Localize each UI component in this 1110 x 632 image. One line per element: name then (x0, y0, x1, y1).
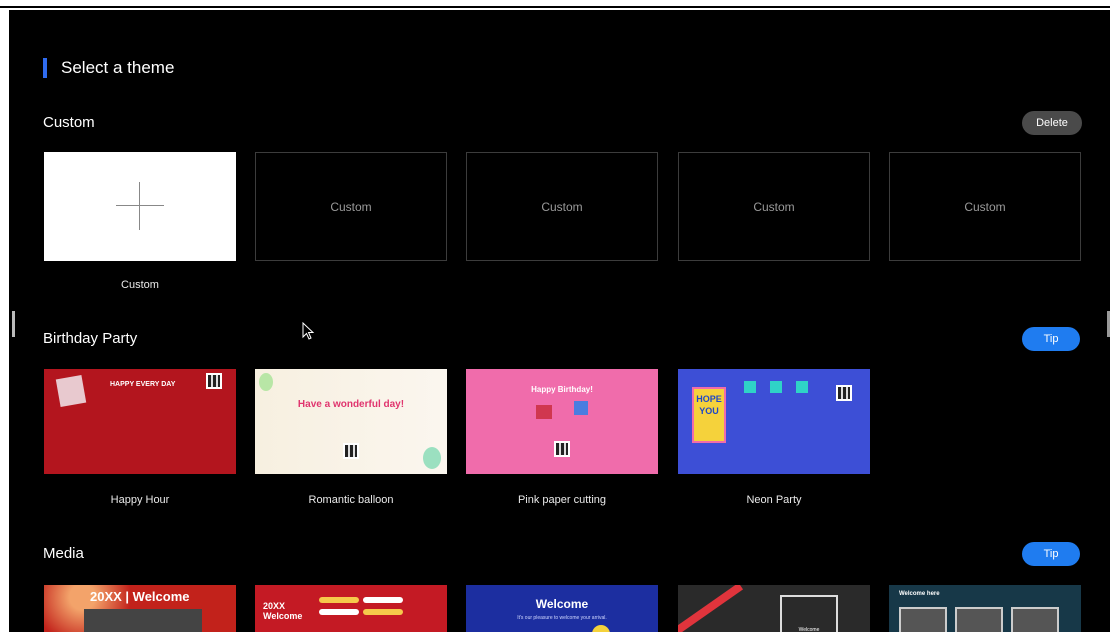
qr-code-icon (554, 441, 570, 457)
page-header: Select a theme (43, 58, 174, 78)
theme-caption-happy-hour: Happy Hour (110, 494, 170, 506)
birthday-tip-button[interactable]: Tip (1022, 327, 1080, 351)
custom-slot-4[interactable]: Custom (889, 152, 1081, 261)
photo-frame (899, 607, 947, 632)
section-title-media: Media (43, 545, 84, 562)
gift-icon (796, 381, 808, 393)
media-theme-card-4[interactable]: Welcome (678, 585, 870, 632)
page-title: Select a theme (61, 58, 175, 77)
theme-preview-text: Welcome here (899, 591, 940, 597)
qr-code-icon (343, 443, 359, 459)
media-theme-card-5[interactable]: Welcome here (889, 585, 1081, 632)
media-theme-card-3[interactable]: Welcome It's our pleasure to welcome you… (466, 585, 658, 632)
mouse-cursor-icon (302, 322, 315, 340)
accent-bar (43, 58, 47, 78)
balloon-icon (259, 373, 273, 391)
stripe-decoration (678, 585, 744, 632)
qr-code-icon (836, 385, 852, 401)
tag-pill (363, 597, 403, 603)
delete-button[interactable]: Delete (1022, 111, 1082, 135)
photo-frame (955, 607, 1003, 632)
section-title-custom: Custom (43, 114, 95, 131)
circle-decoration (592, 625, 610, 632)
theme-caption-pink-paper-cutting: Pink paper cutting (517, 494, 607, 506)
tag-pill (363, 609, 403, 615)
theme-card-happy-hour[interactable]: HAPPY EVERY DAY (44, 369, 236, 474)
theme-preview-text: HAPPY EVERY DAY (110, 381, 176, 388)
custom-slot-2[interactable]: Custom (466, 152, 658, 261)
photo-placeholder (84, 609, 202, 632)
media-tip-button[interactable]: Tip (1022, 542, 1080, 566)
theme-preview-text: Happy Birthday! (531, 385, 593, 394)
add-custom-theme-card[interactable] (44, 152, 236, 261)
tag-pill (319, 609, 359, 615)
theme-card-romantic-balloon[interactable]: Have a wonderful day! (255, 369, 447, 474)
add-custom-caption: Custom (121, 279, 159, 291)
gift-icon (770, 381, 782, 393)
theme-card-neon-party[interactable]: HOPE YOU (678, 369, 870, 474)
theme-preview-text: Have a wonderful day! (297, 399, 405, 410)
custom-slot-1[interactable]: Custom (255, 152, 447, 261)
plus-icon-vertical (139, 182, 140, 230)
theme-preview-text: 20XX Welcome (263, 601, 303, 621)
theme-selector-panel: Select a theme Custom Delete Custom Cust… (9, 10, 1110, 632)
theme-caption-romantic-balloon: Romantic balloon (308, 494, 394, 506)
left-scroll-handle[interactable] (12, 311, 15, 337)
theme-caption-neon-party: Neon Party (746, 494, 802, 506)
gift-box-icon (536, 405, 552, 419)
plus-icon (116, 205, 164, 206)
gift-icon (744, 381, 756, 393)
theme-preview-text: Welcome (780, 595, 838, 632)
gift-tag-icon (55, 374, 87, 408)
qr-code-icon (206, 373, 222, 389)
theme-preview-text: Welcome (535, 597, 589, 611)
photo-frame (1011, 607, 1059, 632)
top-divider (0, 6, 1110, 8)
media-theme-card-2[interactable]: 20XX Welcome (255, 585, 447, 632)
theme-preview-text: HOPE YOU (692, 387, 726, 443)
gift-box-icon (574, 401, 588, 415)
theme-preview-text: 20XX | Welcome (90, 589, 190, 604)
custom-slot-3[interactable]: Custom (678, 152, 870, 261)
theme-preview-subtext: It's our pleasure to welcome your arriva… (517, 615, 607, 621)
section-title-birthday-party: Birthday Party (43, 330, 138, 347)
balloon-icon (423, 447, 441, 469)
tag-pill (319, 597, 359, 603)
media-theme-card-1[interactable]: 20XX | Welcome (44, 585, 236, 632)
theme-card-pink-paper-cutting[interactable]: Happy Birthday! (466, 369, 658, 474)
